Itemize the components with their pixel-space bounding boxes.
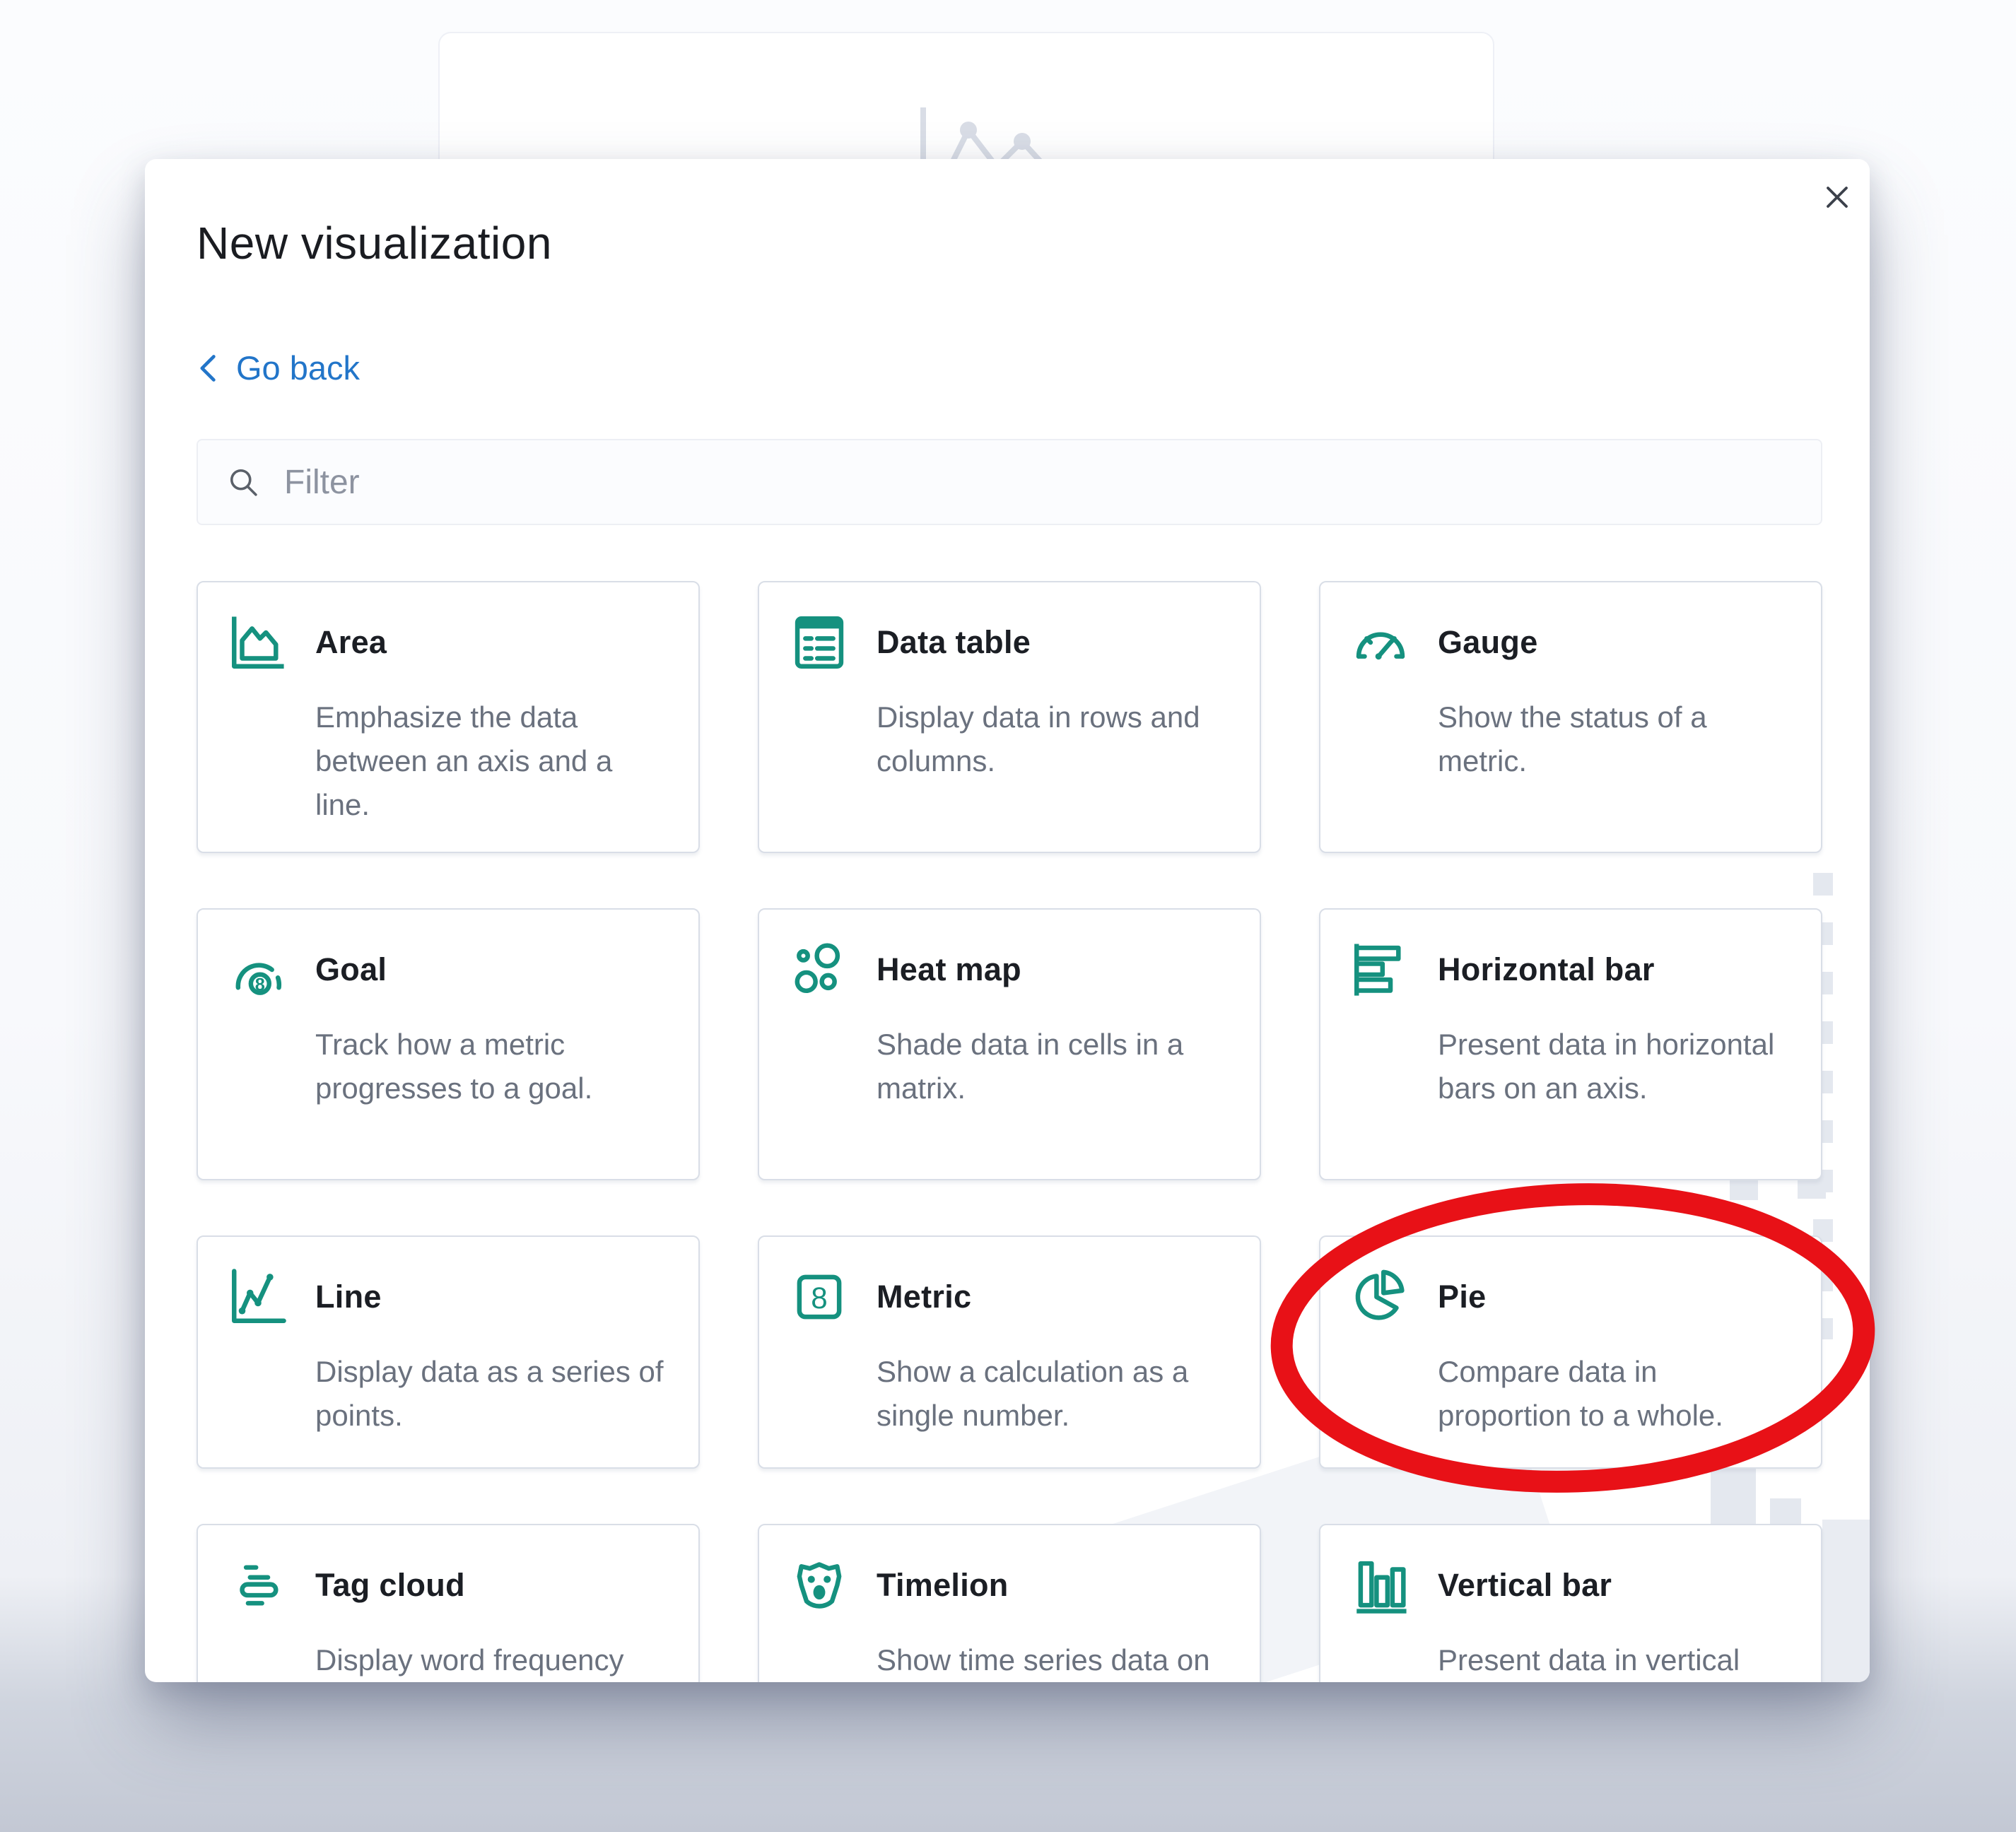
card-description: Display data in rows and columns. (877, 695, 1234, 783)
card-pie[interactable]: Pie Compare data in proportion to a whol… (1319, 1235, 1822, 1469)
svg-text:8: 8 (255, 975, 265, 994)
card-description: Show the status of a metric. (1438, 695, 1795, 783)
card-heat-map[interactable]: Heat map Shade data in cells in a matrix… (758, 908, 1261, 1180)
line-chart-icon (226, 1265, 290, 1329)
visualization-type-grid: Area Emphasize the data between an axis … (197, 581, 1822, 1682)
card-timelion[interactable]: Timelion Show time series data on a grap… (758, 1524, 1261, 1682)
card-vertical-bar[interactable]: Vertical bar Present data in vertical ba… (1319, 1524, 1822, 1682)
page-title: New visualization (197, 217, 552, 269)
card-title: Goal (315, 951, 387, 988)
card-description: Display word frequency with font size. (315, 1638, 673, 1682)
close-button[interactable] (1816, 176, 1858, 218)
card-description: Track how a metric progresses to a goal. (315, 1023, 673, 1110)
vertical-bar-icon (1349, 1554, 1412, 1617)
card-title: Vertical bar (1438, 1567, 1612, 1604)
background-watermark-bar (1822, 1520, 1870, 1682)
filter-search-box[interactable] (197, 439, 1822, 525)
card-title: Area (315, 624, 387, 661)
metric-icon: 8 (787, 1265, 851, 1329)
goal-icon: 8 (226, 938, 290, 1002)
search-icon (225, 464, 262, 500)
card-title: Data table (877, 624, 1031, 661)
timelion-icon (787, 1554, 851, 1617)
go-back-label: Go back (236, 348, 360, 387)
close-icon (1819, 179, 1856, 216)
card-description: Compare data in proportion to a whole. (1438, 1350, 1795, 1438)
card-metric[interactable]: 8 Metric Show a calculation as a single … (758, 1235, 1261, 1469)
card-description: Shade data in cells in a matrix. (877, 1023, 1234, 1110)
card-description: Present data in horizontal bars on an ax… (1438, 1023, 1795, 1110)
pie-chart-icon (1349, 1265, 1412, 1329)
new-visualization-modal: New visualization Go back Are (145, 159, 1870, 1682)
card-title: Horizontal bar (1438, 951, 1655, 988)
tag-cloud-icon (226, 1554, 290, 1617)
card-tag-cloud[interactable]: Tag cloud Display word frequency with fo… (197, 1524, 700, 1682)
card-gauge[interactable]: Gauge Show the status of a metric. (1319, 581, 1822, 853)
horizontal-bar-icon (1349, 938, 1412, 1002)
card-data-table[interactable]: Data table Display data in rows and colu… (758, 581, 1261, 853)
card-description: Show a calculation as a single number. (877, 1350, 1234, 1438)
card-area[interactable]: Area Emphasize the data between an axis … (197, 581, 700, 853)
card-title: Timelion (877, 1567, 1009, 1604)
card-line[interactable]: Line Display data as a series of points. (197, 1235, 700, 1469)
heat-map-icon (787, 938, 851, 1002)
card-description: Present data in vertical bars on an axis… (1438, 1638, 1795, 1682)
card-title: Metric (877, 1279, 971, 1315)
gauge-icon (1349, 611, 1412, 674)
card-horizontal-bar[interactable]: Horizontal bar Present data in horizonta… (1319, 908, 1822, 1180)
card-title: Line (315, 1279, 382, 1315)
card-description: Show time series data on a graph. (877, 1638, 1234, 1682)
go-back-link[interactable]: Go back (197, 348, 360, 387)
card-goal[interactable]: 8 Goal Track how a metric progresses to … (197, 908, 700, 1180)
card-description: Emphasize the data between an axis and a… (315, 695, 673, 827)
card-title: Heat map (877, 951, 1021, 988)
card-title: Gauge (1438, 624, 1538, 661)
chevron-left-icon (197, 353, 221, 384)
card-title: Tag cloud (315, 1567, 465, 1604)
svg-text:8: 8 (811, 1281, 827, 1315)
data-table-icon (787, 611, 851, 674)
area-chart-icon (226, 611, 290, 674)
card-description: Display data as a series of points. (315, 1350, 673, 1438)
filter-input[interactable] (283, 462, 1794, 503)
card-title: Pie (1438, 1279, 1486, 1315)
